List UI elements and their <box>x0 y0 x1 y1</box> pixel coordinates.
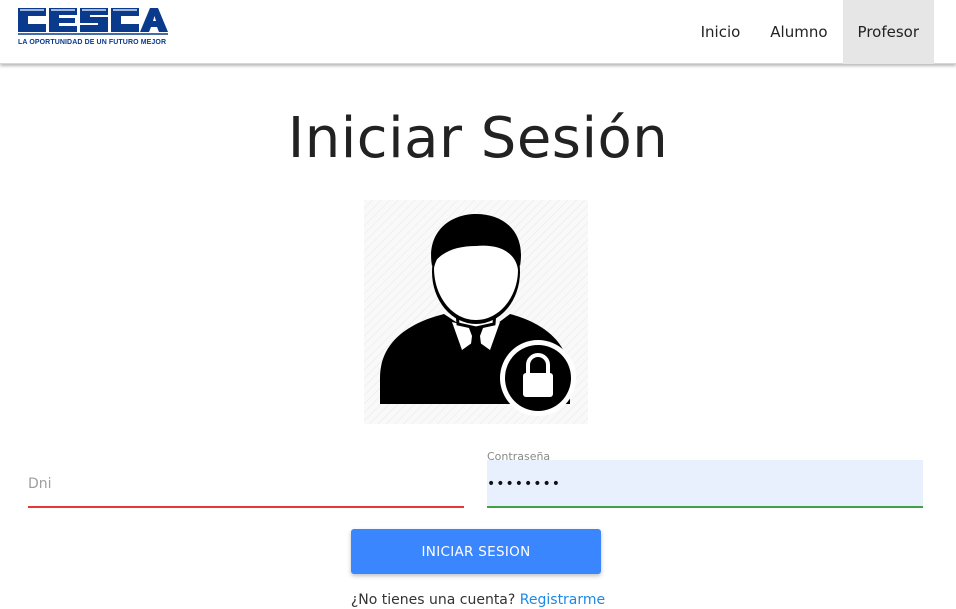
nav-item-profesor[interactable]: Profesor <box>842 0 934 64</box>
navbar: LA OPORTUNIDAD DE UN FUTURO MEJOR Inicio… <box>0 0 956 64</box>
user-lock-icon <box>364 200 588 424</box>
register-prompt: ¿No tienes una cuenta? Registrarme <box>0 592 956 608</box>
nav-menu: Inicio Alumno Profesor <box>686 0 934 64</box>
dni-field-group <box>28 450 464 508</box>
nav-item-alumno[interactable]: Alumno <box>755 0 842 64</box>
cesca-logo-wordmark <box>18 8 168 35</box>
cesca-logo[interactable]: LA OPORTUNIDAD DE UN FUTURO MEJOR <box>16 4 168 48</box>
register-text: ¿No tienes una cuenta? <box>350 592 516 608</box>
register-link[interactable]: Registrarme <box>520 592 605 608</box>
page-title: Iniciar Sesión <box>287 106 669 171</box>
nav-item-inicio[interactable]: Inicio <box>686 0 756 64</box>
password-field-group: Contraseña <box>487 450 923 508</box>
login-button[interactable]: INICIAR SESION <box>351 529 601 574</box>
password-input[interactable] <box>487 462 923 508</box>
logo-tagline: LA OPORTUNIDAD DE UN FUTURO MEJOR <box>18 39 167 46</box>
dni-input[interactable] <box>28 462 464 508</box>
